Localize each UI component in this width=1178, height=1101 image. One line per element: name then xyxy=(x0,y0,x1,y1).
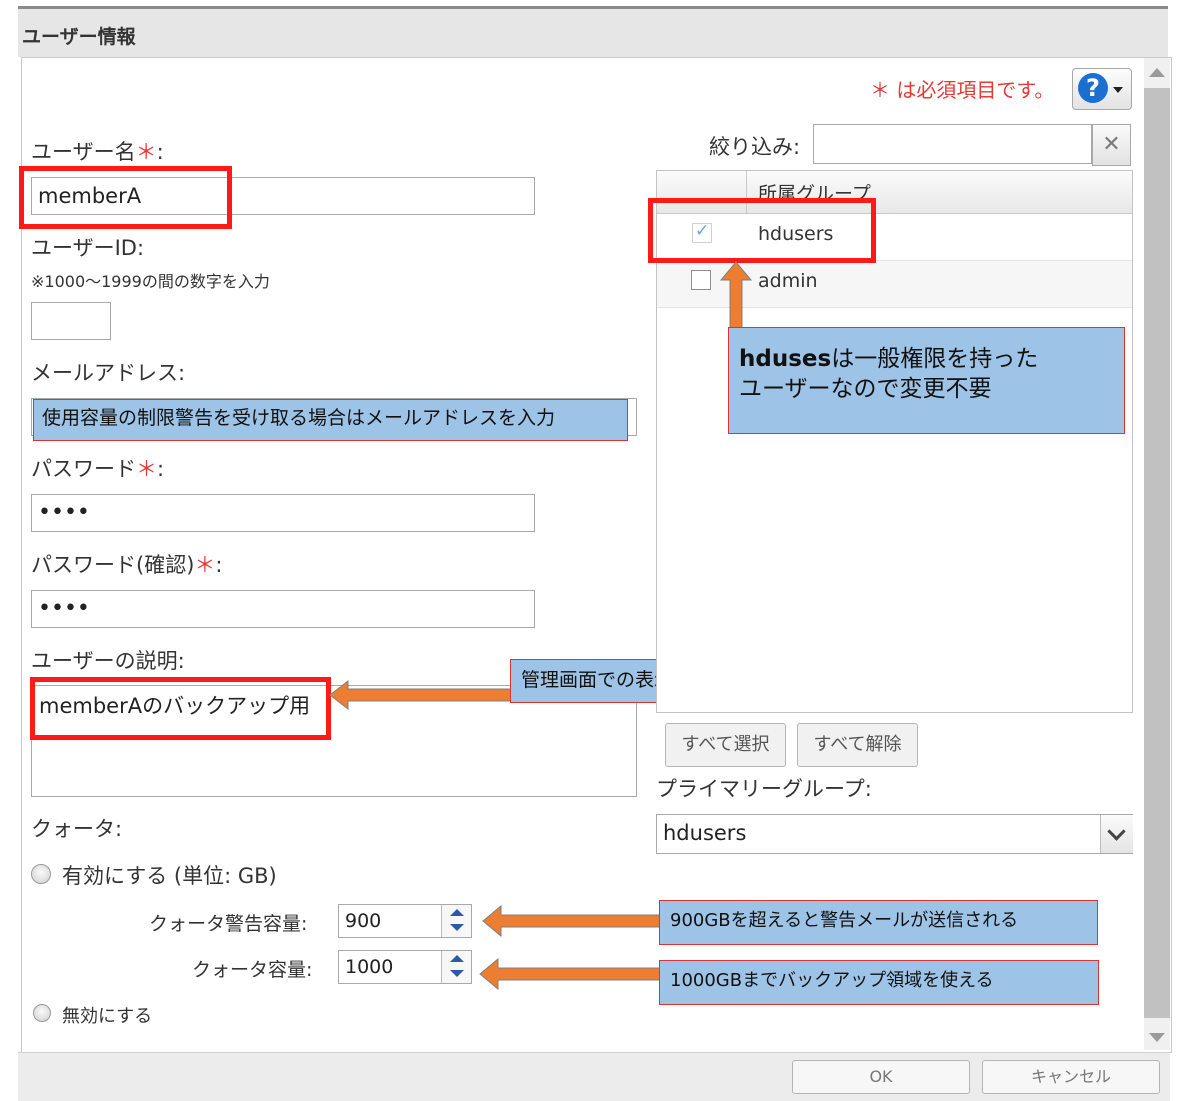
quota-enable-radio[interactable] xyxy=(31,864,51,884)
quota-capacity-label: クォータ容量: xyxy=(192,959,313,981)
scroll-down-icon[interactable] xyxy=(1149,1033,1165,1042)
ok-button[interactable]: OK xyxy=(792,1060,970,1094)
user-id-hint: ※1000～1999の間の数字を入力 xyxy=(31,272,270,291)
description-arrow xyxy=(329,679,513,711)
quota-disable-label: 無効にする xyxy=(62,1006,153,1027)
primary-group-dropdown-button[interactable] xyxy=(1100,815,1133,853)
description-highlight: memberAのバックアップ用 xyxy=(30,677,331,740)
primary-group-label: プライマリーグループ: xyxy=(656,777,872,801)
required-mark: ＊ xyxy=(194,553,216,577)
quota-enable-label: 有効にする (単位: GB) xyxy=(62,864,277,888)
select-all-button[interactable]: すべて選択 xyxy=(665,723,786,767)
dialog-title-bar: ユーザー情報 xyxy=(18,9,1168,57)
admin-checkbox[interactable] xyxy=(691,270,711,290)
required-mark: ＊ xyxy=(135,140,157,164)
quota-warning-arrow xyxy=(482,904,663,938)
username-label: ユーザー名＊: xyxy=(31,140,164,164)
cancel-button[interactable]: キャンセル xyxy=(982,1060,1160,1094)
password-confirm-input[interactable]: •••• xyxy=(31,590,535,628)
spin-down-icon[interactable] xyxy=(450,924,464,931)
chevron-down-icon xyxy=(1107,822,1126,841)
required-mark: ＊ xyxy=(136,457,157,481)
help-button[interactable]: ? xyxy=(1072,68,1132,110)
scrollbar-thumb[interactable] xyxy=(1144,88,1170,1018)
hdusers-highlight xyxy=(648,198,876,263)
deselect-all-button[interactable]: すべて解除 xyxy=(797,723,918,767)
quota-warning-label: クォータ警告容量: xyxy=(149,913,308,935)
quota-capacity-annotation: 1000GBまでバックアップ領域を使える xyxy=(659,960,1099,1005)
quota-label: クォータ: xyxy=(31,817,123,841)
quota-warning-spinner[interactable] xyxy=(441,905,471,937)
hdusers-annotation: hdusesは一般権限を持った ユーザーなので変更不要 xyxy=(728,327,1125,434)
required-note: ＊ は必須項目です。 xyxy=(870,78,1055,102)
question-mark-icon: ? xyxy=(1078,73,1108,103)
quota-capacity-arrow xyxy=(479,957,662,991)
password-confirm-label: パスワード(確認)＊: xyxy=(31,553,223,577)
spin-up-icon[interactable] xyxy=(450,955,464,962)
chevron-down-icon xyxy=(1113,87,1123,93)
quota-disable-radio[interactable] xyxy=(33,1004,51,1022)
hdusers-arrow xyxy=(719,261,753,330)
email-annotation: 使用容量の制限警告を受け取る場合はメールアドレスを入力 xyxy=(33,399,628,441)
spin-up-icon[interactable] xyxy=(450,909,464,916)
filter-label: 絞り込み: xyxy=(709,135,801,159)
email-label: メールアドレス: xyxy=(31,361,186,385)
user-id-label: ユーザーID: xyxy=(31,236,145,260)
dialog-title: ユーザー情報 xyxy=(22,26,136,48)
quota-warning-annotation: 900GBを超えると警告メールが送信される xyxy=(659,900,1098,945)
description-value: memberAのバックアップ用 xyxy=(39,694,311,718)
close-icon: ✕ xyxy=(1102,132,1121,157)
primary-group-select[interactable]: hdusers xyxy=(656,814,1133,854)
user-id-input[interactable] xyxy=(31,302,111,340)
scroll-up-icon[interactable] xyxy=(1149,68,1165,77)
filter-input[interactable] xyxy=(813,124,1092,164)
spin-down-icon[interactable] xyxy=(450,970,464,977)
quota-capacity-spinner[interactable] xyxy=(441,951,471,983)
password-input[interactable]: •••• xyxy=(31,494,535,532)
primary-group-value: hdusers xyxy=(663,821,747,845)
password-label: パスワード＊: xyxy=(31,457,165,481)
clear-filter-button[interactable]: ✕ xyxy=(1092,124,1131,166)
username-highlight xyxy=(19,166,232,229)
group-name: admin xyxy=(758,270,818,292)
description-label: ユーザーの説明: xyxy=(31,649,185,673)
